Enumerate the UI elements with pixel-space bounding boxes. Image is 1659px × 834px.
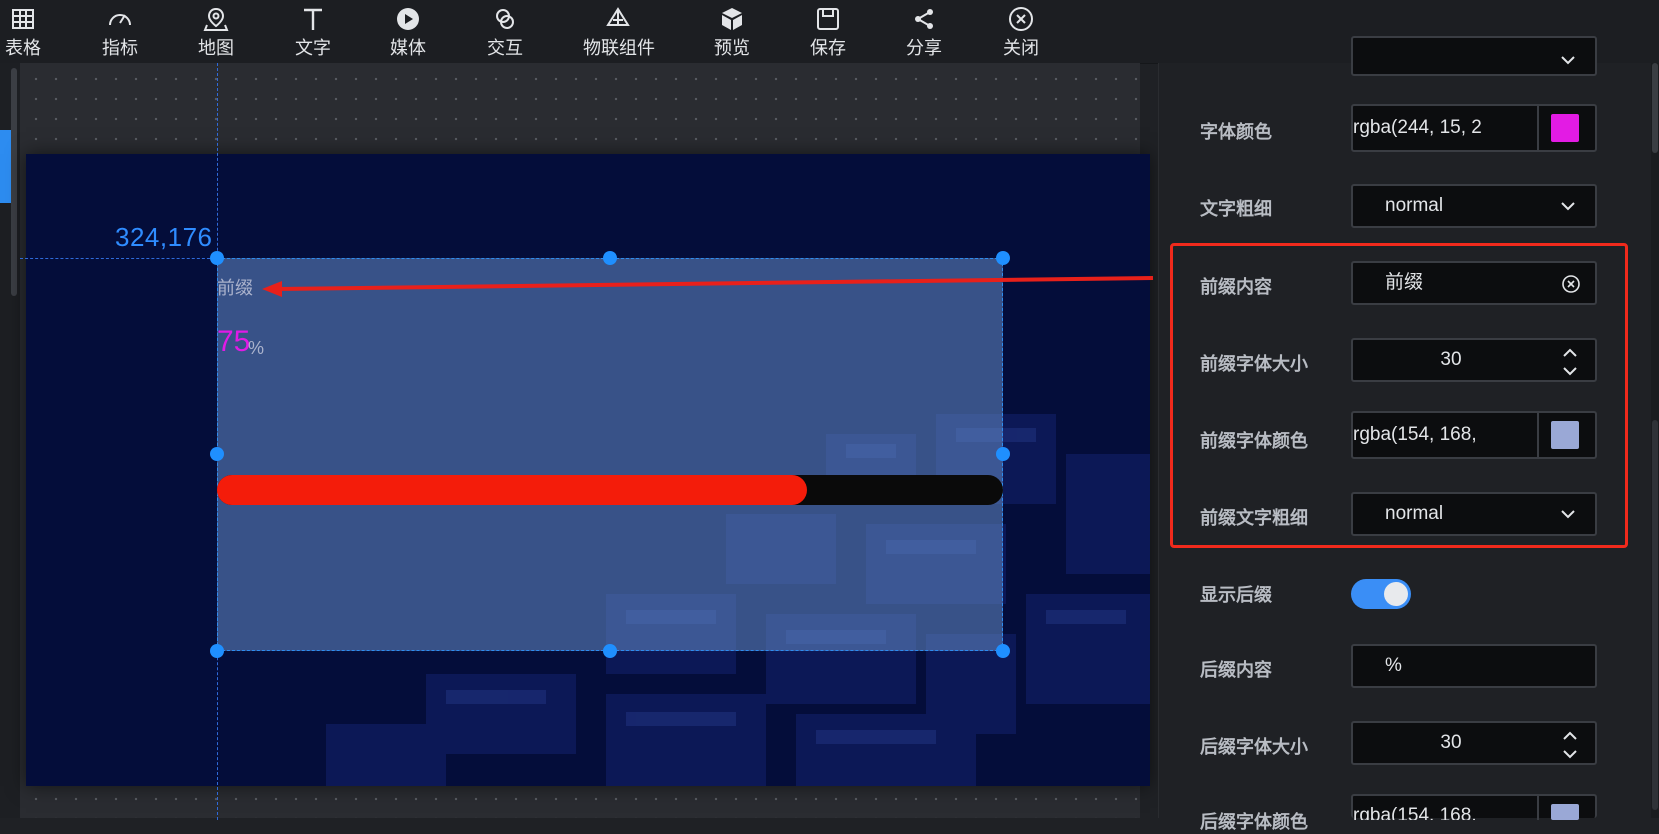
toolbar-close-button[interactable]: 关闭 xyxy=(986,6,1056,60)
prefix-font-size-value: 30 xyxy=(1440,349,1462,370)
prefix-content-value: 前缀 xyxy=(1385,272,1424,293)
chevron-down-icon xyxy=(1561,202,1575,211)
font-color-swatch-button[interactable] xyxy=(1537,106,1595,150)
toolbar-text-button[interactable]: 文字 xyxy=(278,6,348,60)
show-suffix-label: 显示后缀 xyxy=(1200,585,1272,605)
font-color-value: rgba(244, 15, 2 xyxy=(1353,106,1539,150)
prefix-font-color-picker[interactable]: rgba(154, 168, xyxy=(1351,411,1597,459)
ruler-scroll-track[interactable] xyxy=(11,68,17,296)
resize-handle-top[interactable] xyxy=(603,251,617,265)
suffix-font-color-value: rgba(154, 168, xyxy=(1353,796,1539,820)
suffix-font-color-label: 后缀字体颜色 xyxy=(1200,812,1308,832)
prefix-font-weight-label: 前缀文字粗细 xyxy=(1200,508,1308,528)
suffix-font-color-picker[interactable]: rgba(154, 168, xyxy=(1351,794,1597,820)
toolbar-iot-label: 物联组件 xyxy=(583,38,655,58)
panel-scroll-thumb-upper[interactable] xyxy=(1652,63,1658,153)
toolbar-table-button[interactable]: 表格 xyxy=(0,6,58,60)
save-icon xyxy=(817,8,839,30)
toolbar-text-label: 文字 xyxy=(295,38,331,58)
prefix-font-color-swatch-button[interactable] xyxy=(1537,413,1595,457)
text-icon xyxy=(304,8,322,30)
prefix-font-color-label: 前缀字体颜色 xyxy=(1200,431,1308,451)
prefix-font-size-stepper[interactable]: 30 xyxy=(1351,338,1597,382)
widget-prefix-text: 前缀 xyxy=(217,278,253,298)
toolbar-preview-label: 预览 xyxy=(714,38,750,58)
toolbar-media-label: 媒体 xyxy=(390,38,426,58)
toolbar-interaction-label: 交互 xyxy=(487,38,523,58)
toolbar-close-label: 关闭 xyxy=(1003,38,1039,58)
stepper-arrows-icon[interactable] xyxy=(1561,344,1579,380)
progress-bar-track xyxy=(217,475,1003,505)
resize-handle-left[interactable] xyxy=(210,447,224,461)
font-color-label: 字体颜色 xyxy=(1200,122,1272,142)
prefix-font-color-swatch xyxy=(1551,421,1579,449)
toggle-knob xyxy=(1384,582,1408,606)
prefix-font-size-label: 前缀字体大小 xyxy=(1200,354,1308,374)
resize-handle-top-right[interactable] xyxy=(996,251,1010,265)
close-icon xyxy=(1009,7,1033,31)
prefix-font-color-value: rgba(154, 168, xyxy=(1353,413,1539,457)
iot-icon xyxy=(606,7,630,26)
select-previous-field[interactable] xyxy=(1351,36,1597,76)
link-icon xyxy=(496,9,514,29)
suffix-font-size-stepper[interactable]: 30 xyxy=(1351,721,1597,765)
play-icon xyxy=(397,8,419,30)
toolbar-share-button[interactable]: 分享 xyxy=(889,6,959,60)
toolbar-indicator-label: 指标 xyxy=(102,38,138,58)
prefix-font-weight-value: normal xyxy=(1385,503,1444,524)
suffix-content-value: % xyxy=(1385,655,1402,676)
share-icon xyxy=(915,9,933,29)
widget-suffix: % xyxy=(248,338,265,358)
resize-handle-bottom-right[interactable] xyxy=(996,644,1010,658)
prefix-content-label: 前缀内容 xyxy=(1200,277,1272,297)
font-weight-value: normal xyxy=(1385,195,1444,216)
toolbar-table-label: 表格 xyxy=(5,38,41,58)
suffix-content-label: 后缀内容 xyxy=(1200,660,1272,680)
toolbar-preview-button[interactable]: 预览 xyxy=(697,6,767,60)
clear-icon[interactable] xyxy=(1561,274,1581,294)
resize-handle-bottom[interactable] xyxy=(603,644,617,658)
toolbar-indicator-button[interactable]: 指标 xyxy=(85,6,155,60)
map-pin-icon xyxy=(203,7,229,31)
ruler-marker xyxy=(0,130,11,203)
toolbar-iot-button[interactable]: 物联组件 xyxy=(583,6,655,60)
font-color-swatch xyxy=(1551,114,1579,142)
resize-handle-top-left[interactable] xyxy=(210,251,224,265)
resize-handle-bottom-left[interactable] xyxy=(210,644,224,658)
toolbar-map-label: 地图 xyxy=(198,38,234,58)
font-weight-select[interactable]: normal xyxy=(1351,184,1597,228)
toolbar-media-button[interactable]: 媒体 xyxy=(373,6,443,60)
stepper-arrows-icon[interactable] xyxy=(1561,727,1579,763)
suffix-font-size-value: 30 xyxy=(1440,732,1462,753)
prefix-content-input[interactable]: 前缀 xyxy=(1351,261,1597,305)
toolbar-map-button[interactable]: 地图 xyxy=(181,6,251,60)
suffix-font-color-swatch-button[interactable] xyxy=(1537,796,1595,820)
cube-icon xyxy=(722,8,742,30)
progress-widget-selection[interactable] xyxy=(217,258,1003,651)
widget-value: 75 xyxy=(217,325,251,358)
panel-scroll-thumb[interactable] xyxy=(1652,420,1658,810)
position-readout: 324,176 xyxy=(115,222,213,252)
toolbar-interaction-button[interactable]: 交互 xyxy=(470,6,540,60)
table-icon xyxy=(12,9,34,29)
resize-handle-right[interactable] xyxy=(996,447,1010,461)
toolbar-save-label: 保存 xyxy=(810,38,846,58)
toolbar-save-button[interactable]: 保存 xyxy=(793,6,863,60)
font-color-picker[interactable]: rgba(244, 15, 2 xyxy=(1351,104,1597,152)
toolbar-share-label: 分享 xyxy=(906,38,942,58)
show-suffix-toggle[interactable] xyxy=(1351,579,1411,609)
gauge-icon xyxy=(109,14,131,26)
suffix-content-input[interactable]: % xyxy=(1351,644,1597,688)
chevron-down-icon xyxy=(1561,56,1575,65)
suffix-font-size-label: 后缀字体大小 xyxy=(1200,737,1308,757)
prefix-font-weight-select[interactable]: normal xyxy=(1351,492,1597,536)
chevron-down-icon xyxy=(1561,510,1575,519)
horizontal-guide-line xyxy=(20,258,215,259)
font-weight-label: 文字粗细 xyxy=(1200,199,1272,219)
progress-bar-fill xyxy=(217,475,807,505)
